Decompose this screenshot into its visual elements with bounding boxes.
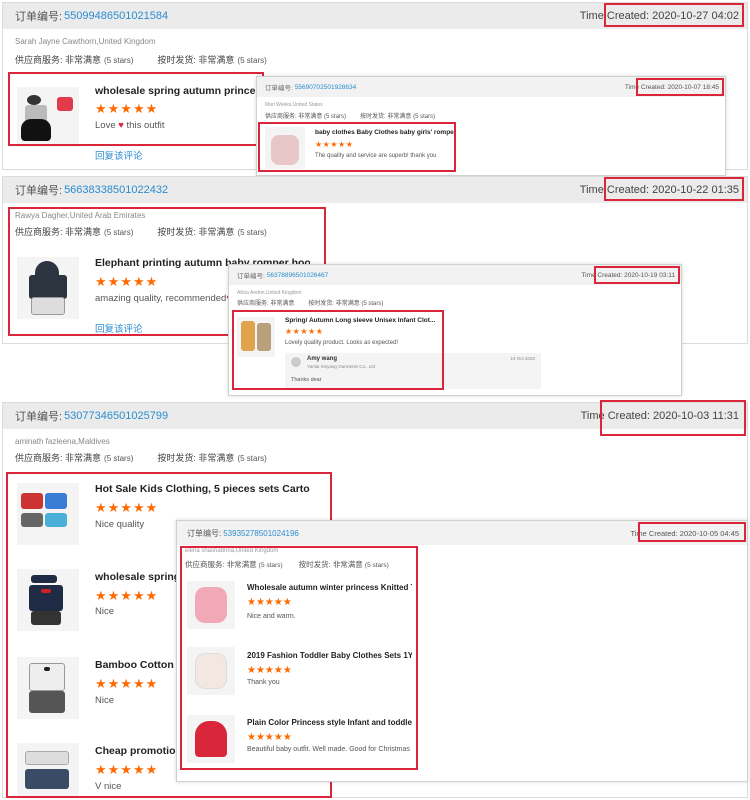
buyer-name: Mari Weeks,United States	[265, 102, 323, 108]
highlight-box	[636, 78, 724, 96]
reply-link[interactable]: 回复该评论	[95, 148, 143, 162]
buyer-name: Sarah Jayne Cawthorn,United Kingdom	[15, 37, 156, 46]
order-number-link[interactable]: 55099486501021584	[64, 10, 168, 22]
highlight-box	[232, 310, 444, 390]
order-number-link[interactable]: 53077346501025799	[64, 410, 168, 422]
highlight-box	[604, 3, 744, 27]
buyer-name: Alicia Andrei,United Kingdom	[237, 290, 302, 296]
seller-ratings: 供应商服务: 非常满意 (5 stars) 按时发货: 非常满意 (5 stars)	[15, 53, 267, 66]
buyer-name: aminath fazleena,Maldives	[15, 437, 110, 446]
highlight-box	[638, 522, 746, 542]
order-number-link[interactable]: 55690702501928634	[295, 84, 356, 91]
ontime-rating: 按时发货: 非常满意 (5 stars)	[157, 55, 267, 65]
reply-date: 19 Oct 2020	[510, 356, 535, 361]
seller-ratings: 供应商服务: 非常满意 (5 stars) 按时发货: 非常满意 (5 stars)	[15, 453, 267, 463]
order-number-link[interactable]: 56638338501022432	[64, 184, 168, 196]
seller-ratings: 供应商服务: 非常满意 (5 stars) 按时发货: 非常满意 (5 star…	[265, 114, 436, 120]
supplier-rating: 供应商服务: 非常满意 (5 stars)	[15, 55, 134, 65]
highlight-box	[258, 122, 456, 172]
highlight-box	[180, 546, 418, 770]
highlight-box	[8, 72, 264, 146]
order-number-link[interactable]: 56378896501026467	[267, 272, 328, 279]
highlight-box	[594, 266, 680, 284]
seller-ratings: 供应商服务: 非常满意 按时发货: 非常满意 (5 stars)	[237, 301, 384, 307]
highlight-box	[604, 177, 744, 201]
highlight-box	[600, 400, 746, 436]
order-label: 订单编号:	[15, 11, 63, 23]
order-number-link[interactable]: 53935278501024196	[223, 529, 299, 538]
